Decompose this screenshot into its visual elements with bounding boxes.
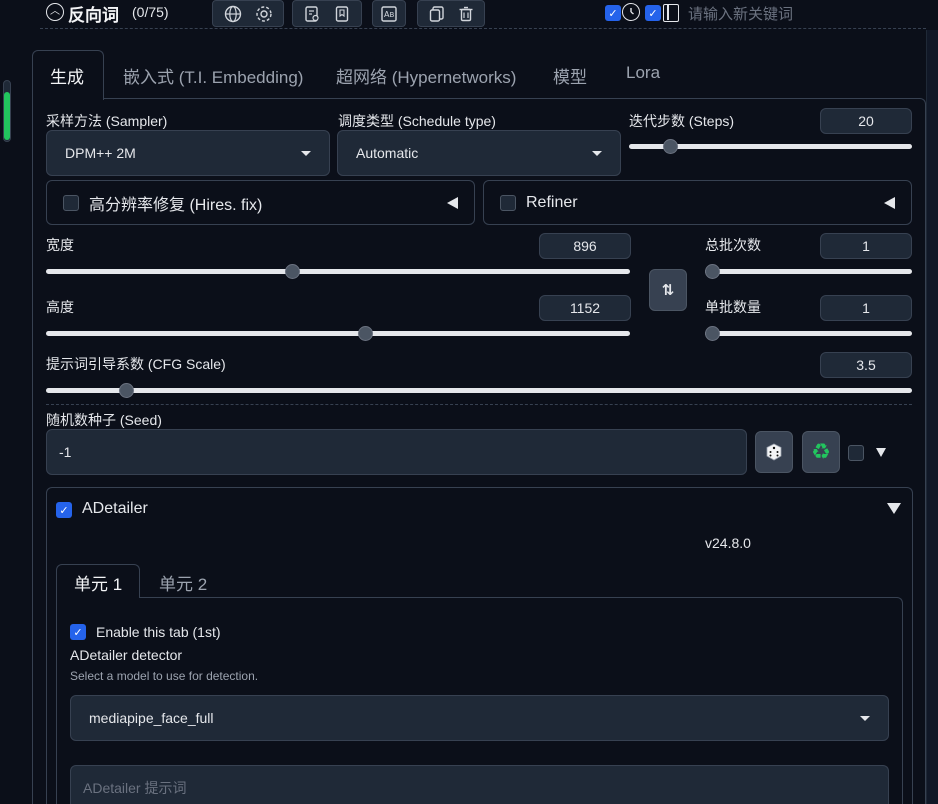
collapse-chevron-up-icon[interactable]: ︿ <box>46 3 64 21</box>
sampler-label: 采样方法 (Sampler) <box>46 113 168 129</box>
extra-seed-triangle-icon[interactable] <box>876 448 886 457</box>
steps-slider-knob[interactable] <box>663 139 679 154</box>
sidebar-panel-icon[interactable] <box>663 4 679 22</box>
refiner-label: Refiner <box>526 193 578 211</box>
extra-seed-checkbox[interactable] <box>848 445 864 461</box>
tab-embedding[interactable]: 嵌入式 (T.I. Embedding) <box>123 63 303 88</box>
hires-fix-checkbox[interactable] <box>63 194 79 211</box>
hires-fix-accordion[interactable]: 高分辨率修复 (Hires. fix) <box>46 180 475 225</box>
keyword-checkbox-1[interactable]: ✓ <box>605 5 621 21</box>
collapse-triangle-icon[interactable] <box>447 196 458 209</box>
adetailer-checkbox[interactable]: ✓ <box>56 502 72 518</box>
cfg-number-input[interactable]: 3.5 <box>820 352 912 378</box>
swap-dimensions-button[interactable]: ⇅ <box>649 269 687 311</box>
tab-unit-1[interactable]: 单元 1 <box>74 570 122 595</box>
height-label: 高度 <box>46 299 74 315</box>
adetailer-title: ADetailer <box>82 500 148 517</box>
sampler-dropdown[interactable]: DPM++ 2M <box>46 130 330 176</box>
steps-number-input[interactable]: 20 <box>820 108 912 134</box>
tab-models[interactable]: 模型 <box>553 63 587 88</box>
chevron-down-icon <box>301 150 311 156</box>
globe-icon[interactable] <box>222 3 244 25</box>
chevron-down-icon <box>592 150 602 156</box>
batch-size-slider-knob[interactable] <box>705 326 720 341</box>
schedule-value: Automatic <box>356 145 419 161</box>
width-slider-knob[interactable] <box>284 264 300 279</box>
collapse-triangle-icon[interactable] <box>887 503 901 514</box>
detector-dropdown[interactable]: mediapipe_face_full <box>70 695 889 741</box>
recycle-icon: ♻ <box>811 439 831 464</box>
cfg-slider[interactable] <box>46 383 912 398</box>
adetailer-version: v24.8.0 <box>705 535 751 551</box>
tab-generate[interactable]: 生成 <box>50 63 84 88</box>
sampler-value: DPM++ 2M <box>65 145 136 161</box>
cfg-slider-knob[interactable] <box>119 383 135 398</box>
tab-hypernetworks[interactable]: 超网络 (Hypernetworks) <box>336 63 516 88</box>
enable-tab-label: Enable this tab (1st) <box>96 624 221 640</box>
collapse-triangle-icon[interactable] <box>884 196 895 209</box>
steps-label: 迭代步数 (Steps) <box>629 113 735 129</box>
tab-unit-2[interactable]: 单元 2 <box>159 570 207 595</box>
adetailer-prompt-input[interactable]: ADetailer 提示词 <box>70 765 889 804</box>
enable-tab-checkbox[interactable]: ✓ <box>70 624 86 640</box>
width-label: 宽度 <box>46 237 74 253</box>
dice-icon <box>766 443 782 461</box>
chevron-down-icon <box>860 715 870 721</box>
seed-input[interactable]: -1 <box>46 429 747 475</box>
clock-icon[interactable] <box>622 3 640 21</box>
seed-label: 随机数种子 (Seed) <box>46 412 162 428</box>
toolbar-group-4 <box>417 0 485 27</box>
detector-label: ADetailer detector <box>70 647 183 663</box>
height-slider[interactable] <box>46 326 630 341</box>
cfg-label: 提示词引导系数 (CFG Scale) <box>46 356 226 372</box>
height-number-input[interactable]: 1152 <box>539 295 631 321</box>
toolbar-group-3: AB <box>372 0 406 27</box>
copy-icon[interactable] <box>426 3 448 25</box>
keyword-checkbox-2[interactable]: ✓ <box>645 5 661 21</box>
tab-lora[interactable]: Lora <box>626 63 660 83</box>
right-scrollbar[interactable] <box>926 30 938 804</box>
random-seed-button[interactable] <box>755 431 793 473</box>
detector-hint: Select a model to use for detection. <box>70 669 259 683</box>
refiner-checkbox[interactable] <box>500 194 516 211</box>
translate-icon[interactable]: AB <box>378 3 400 25</box>
batch-count-number-input[interactable]: 1 <box>820 233 912 259</box>
bookmark-icon[interactable] <box>331 3 353 25</box>
reuse-seed-button[interactable]: ♻ <box>802 431 840 473</box>
batch-count-label: 总批次数 <box>705 237 761 253</box>
svg-text:B: B <box>390 11 395 19</box>
negative-token-count: (0/75) <box>132 4 169 20</box>
keyword-input[interactable]: 请输入新关键词 <box>688 3 793 24</box>
toolbar-group-1 <box>212 0 284 27</box>
negative-prompt-title: 反向词 <box>68 6 119 25</box>
batch-size-number-input[interactable]: 1 <box>820 295 912 321</box>
file-settings-icon[interactable] <box>301 3 323 25</box>
batch-size-slider[interactable] <box>705 326 912 341</box>
gear-icon[interactable] <box>253 3 275 25</box>
batch-count-slider-knob[interactable] <box>705 264 720 279</box>
left-scrollbar-indicator <box>4 92 10 140</box>
hires-fix-label: 高分辨率修复 (Hires. fix) <box>89 196 263 214</box>
swap-arrows-icon: ⇅ <box>661 282 675 299</box>
toolbar-group-2 <box>292 0 362 27</box>
section-divider <box>46 404 912 405</box>
top-divider <box>40 28 926 29</box>
steps-slider[interactable] <box>629 139 912 154</box>
refiner-accordion[interactable]: Refiner <box>483 180 912 225</box>
width-number-input[interactable]: 896 <box>539 233 631 259</box>
batch-count-slider[interactable] <box>705 264 912 279</box>
schedule-dropdown[interactable]: Automatic <box>337 130 621 176</box>
detector-value: mediapipe_face_full <box>89 710 214 726</box>
batch-size-label: 单批数量 <box>705 299 761 315</box>
width-slider[interactable] <box>46 264 630 279</box>
trash-icon[interactable] <box>455 3 477 25</box>
height-slider-knob[interactable] <box>358 326 374 341</box>
schedule-label: 调度类型 (Schedule type) <box>338 113 496 129</box>
